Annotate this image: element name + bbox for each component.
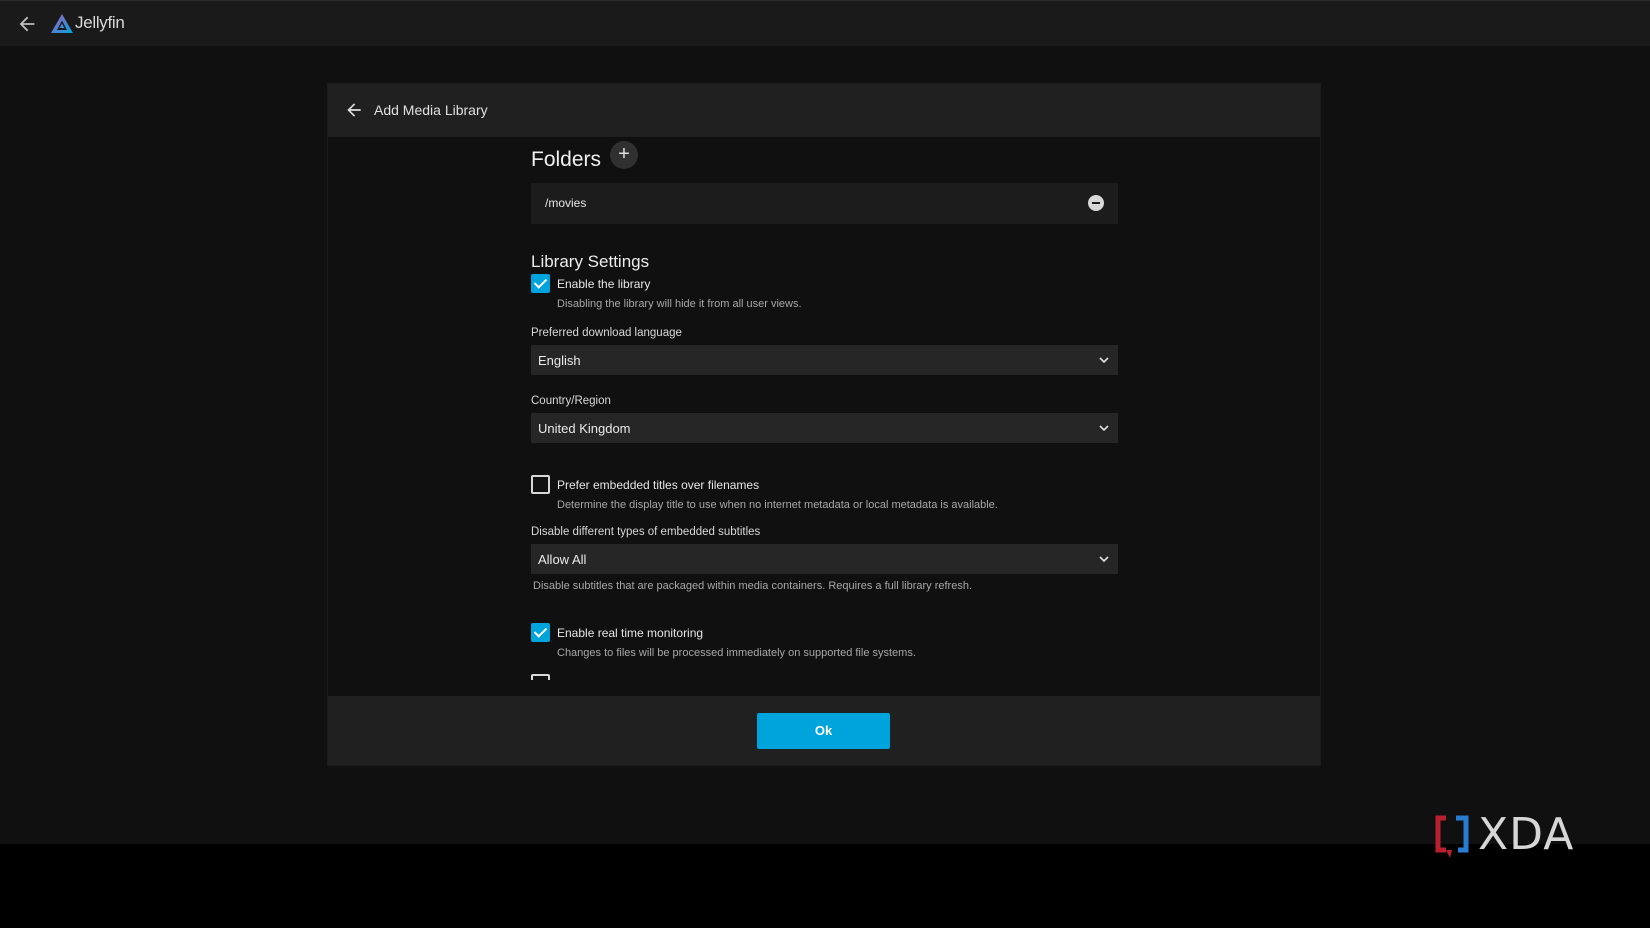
dialog-content-scroll[interactable]: Folders + /movies Library Settings Enabl… bbox=[328, 137, 1320, 680]
add-folder-button[interactable]: + bbox=[610, 141, 638, 169]
folder-list-item[interactable]: /movies bbox=[531, 183, 1118, 224]
embedded-subtitles-label: Disable different types of embedded subt… bbox=[531, 526, 761, 538]
download-language-label: Preferred download language bbox=[531, 327, 682, 339]
xda-watermark: XDA bbox=[1478, 809, 1575, 860]
enable-library-description: Disabling the library will hide it from … bbox=[557, 298, 802, 310]
dialog-header: Add Media Library bbox=[328, 84, 1320, 137]
folders-heading: Folders bbox=[531, 148, 602, 171]
library-settings-heading: Library Settings bbox=[531, 252, 650, 271]
embedded-subtitles-value: Allow All bbox=[538, 552, 587, 567]
enable-library-label[interactable]: Enable the library bbox=[557, 277, 650, 291]
country-region-value: United Kingdom bbox=[538, 421, 631, 436]
prefer-embedded-titles-description: Determine the display title to use when … bbox=[557, 499, 998, 511]
country-region-select[interactable]: United Kingdom bbox=[531, 413, 1118, 443]
dialog-title: Add Media Library bbox=[374, 102, 488, 118]
ok-button[interactable]: Ok bbox=[757, 713, 890, 749]
xda-logo-icon bbox=[1435, 815, 1469, 858]
prefer-embedded-titles-label[interactable]: Prefer embedded titles over filenames bbox=[557, 478, 759, 492]
download-language-select[interactable]: English bbox=[531, 345, 1118, 375]
realtime-monitoring-description: Changes to files will be processed immed… bbox=[557, 647, 916, 659]
bottom-strip bbox=[0, 844, 1650, 928]
chevron-down-icon bbox=[1099, 556, 1109, 563]
realtime-monitoring-checkbox[interactable] bbox=[531, 623, 550, 642]
prefer-embedded-titles-checkbox[interactable] bbox=[531, 475, 550, 494]
app-top-bar: Jellyfin bbox=[0, 0, 1650, 46]
next-setting-checkbox[interactable] bbox=[531, 674, 550, 680]
chevron-down-icon bbox=[1099, 425, 1109, 432]
plus-icon: + bbox=[618, 143, 630, 165]
embedded-subtitles-select[interactable]: Allow All bbox=[531, 544, 1118, 574]
realtime-monitoring-label[interactable]: Enable real time monitoring bbox=[557, 626, 703, 640]
download-language-value: English bbox=[538, 353, 581, 368]
dialog-footer: Ok bbox=[328, 696, 1320, 765]
embedded-subtitles-help: Disable subtitles that are packaged with… bbox=[533, 580, 972, 592]
back-arrow-icon[interactable] bbox=[344, 100, 364, 120]
add-media-library-dialog: Add Media Library Folders + /movies Libr… bbox=[328, 84, 1320, 765]
country-region-label: Country/Region bbox=[531, 395, 611, 407]
enable-library-checkbox[interactable] bbox=[531, 274, 550, 293]
chevron-down-icon bbox=[1099, 357, 1109, 364]
back-arrow-icon[interactable] bbox=[16, 13, 38, 35]
jellyfin-logo-icon[interactable] bbox=[50, 12, 74, 36]
brand-name[interactable]: Jellyfin bbox=[75, 13, 125, 33]
remove-folder-button[interactable] bbox=[1088, 195, 1104, 211]
folder-path: /movies bbox=[545, 196, 587, 210]
